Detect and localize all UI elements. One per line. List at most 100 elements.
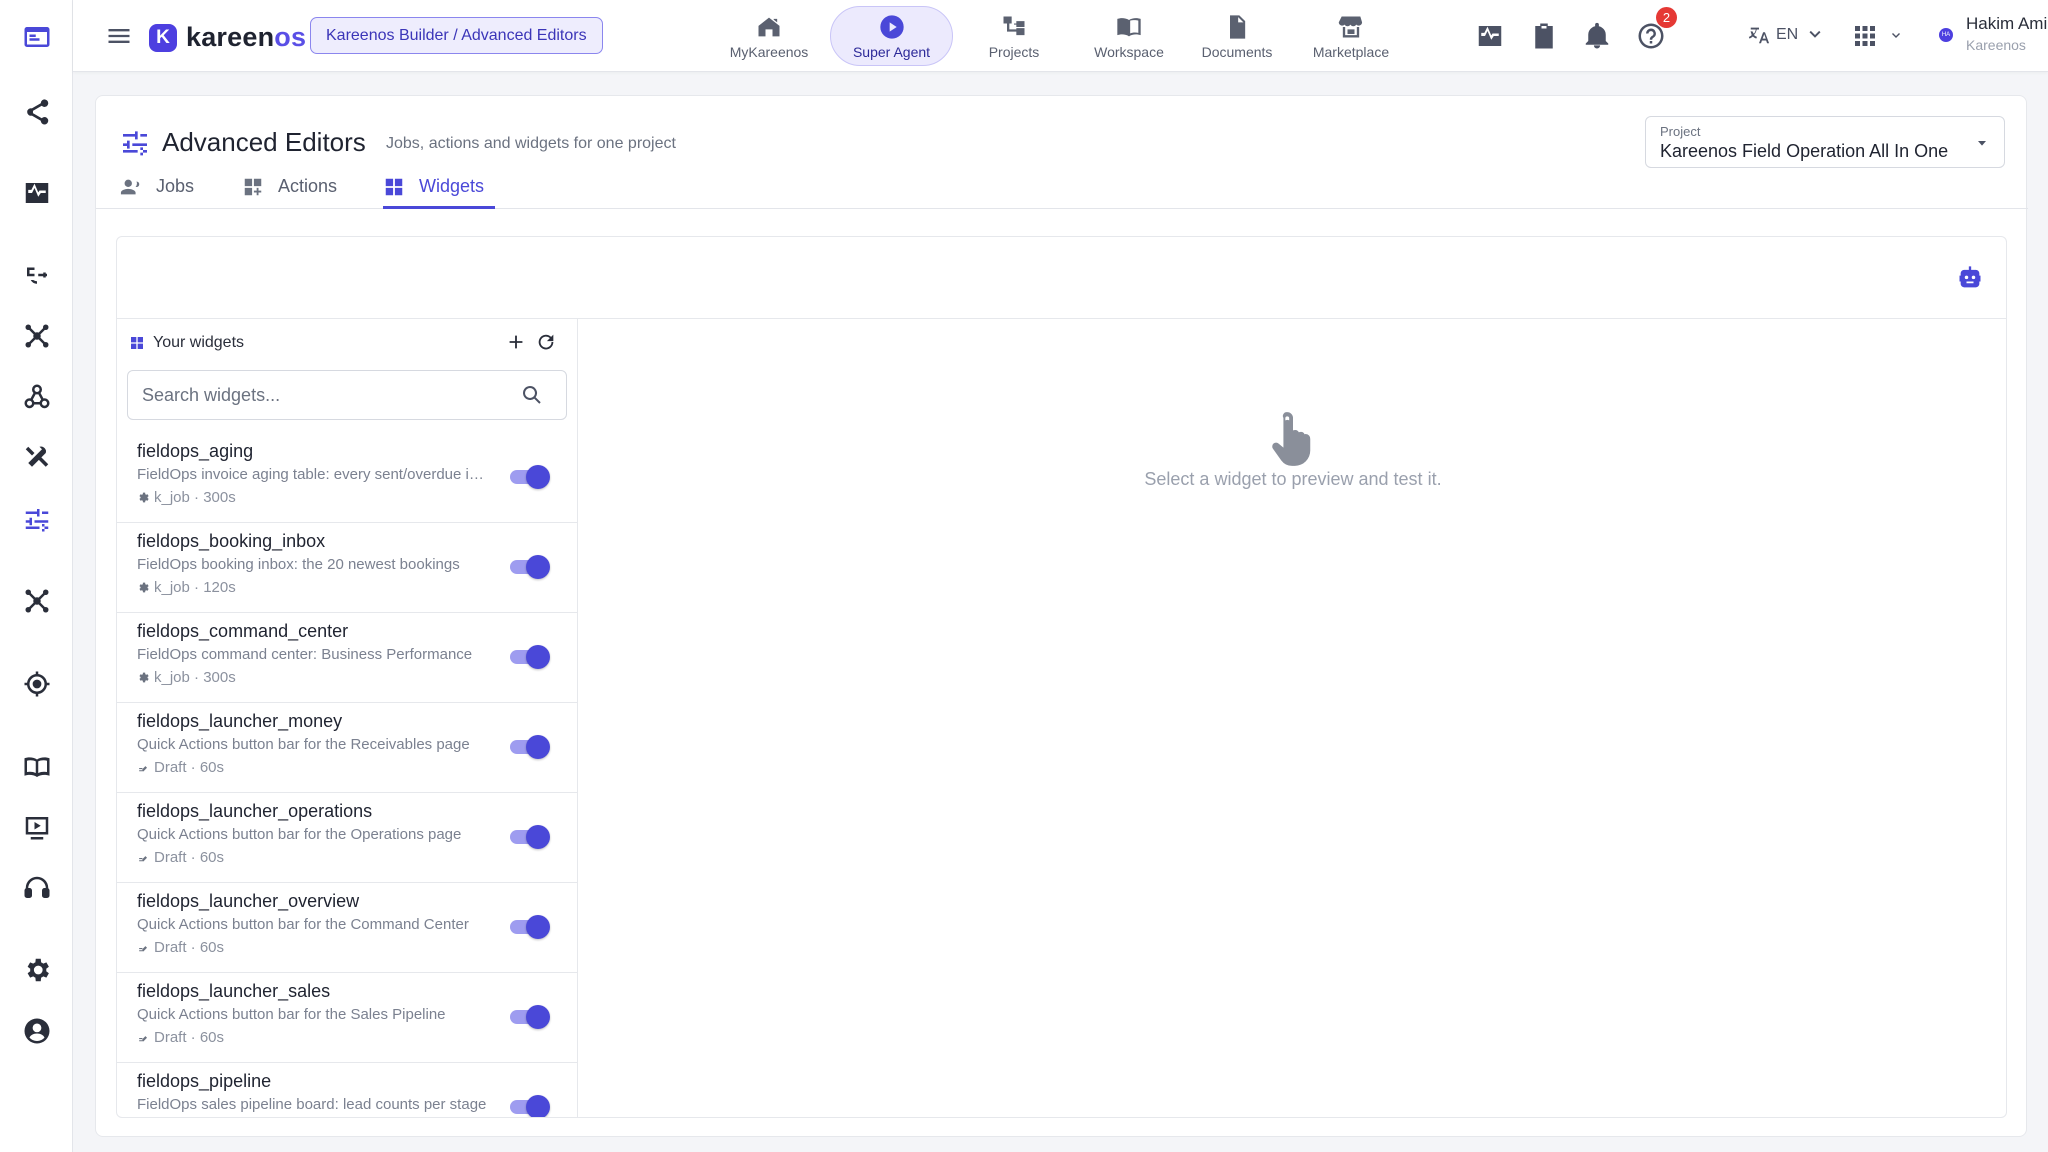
list-item[interactable]: fieldops_launcher_overview Quick Actions…	[117, 883, 577, 973]
draft-icon	[139, 1036, 148, 1042]
search-box	[127, 370, 567, 420]
widgets-workspace: Your widgets fieldops_aging FieldOps inv…	[116, 236, 2007, 1118]
tools-icon[interactable]	[0, 434, 73, 482]
draft-icon	[139, 766, 148, 772]
widget-name: fieldops_aging	[137, 441, 254, 461]
enable-toggle[interactable]	[510, 825, 550, 849]
widget-description: FieldOps sales pipeline board: lead coun…	[137, 1096, 487, 1113]
list-item[interactable]: fieldops_pipeline FieldOps sales pipelin…	[117, 1063, 577, 1117]
enable-toggle[interactable]	[510, 1005, 550, 1029]
webhook-icon[interactable]	[0, 373, 73, 421]
search-input[interactable]	[129, 372, 509, 418]
menu-icon[interactable]	[105, 22, 133, 50]
nav-documents[interactable]: Documents	[1189, 6, 1285, 66]
video-icon[interactable]	[0, 803, 73, 851]
apps-grid-icon[interactable]	[1850, 21, 1880, 51]
list-item[interactable]: fieldops_aging FieldOps invoice aging ta…	[117, 433, 577, 523]
sliders-title-icon	[119, 126, 151, 158]
widget-description: Quick Actions button bar for the Sales P…	[137, 1006, 446, 1023]
draft-icon	[139, 946, 148, 952]
nav-mykareenos[interactable]: MyKareenos	[710, 6, 828, 66]
widget-meta: k_job · 120s	[137, 579, 236, 596]
widget-meta: Draft · 60s	[137, 849, 224, 866]
book-open-icon	[1117, 17, 1141, 36]
gear-icon	[139, 582, 149, 593]
account-icon[interactable]	[0, 1007, 73, 1055]
tab-jobs[interactable]: Jobs	[120, 176, 194, 209]
breadcrumb[interactable]: Kareenos Builder / Advanced Editors	[310, 17, 603, 54]
widget-meta: k_job · 300s	[137, 669, 236, 686]
widgets-icon	[385, 178, 403, 196]
robot-icon[interactable]	[1956, 264, 1984, 292]
list-item[interactable]: fieldops_launcher_sales Quick Actions bu…	[117, 973, 577, 1063]
bell-icon[interactable]	[1582, 21, 1612, 51]
caret-down-icon	[1978, 141, 1986, 146]
user-org: Kareenos	[1966, 37, 2026, 53]
nav-super-agent[interactable]: Super Agent	[830, 6, 953, 66]
tasks-icon[interactable]	[1529, 21, 1559, 51]
left-rail	[0, 0, 73, 1152]
widget-name: fieldops_launcher_money	[137, 711, 343, 731]
sliders-icon[interactable]	[0, 495, 73, 543]
tab-actions[interactable]: Actions	[242, 176, 337, 209]
search-icon[interactable]	[520, 383, 544, 407]
list-item[interactable]: fieldops_command_center FieldOps command…	[117, 613, 577, 703]
widget-meta: k_job · 300s	[137, 489, 236, 506]
project-label: Project	[1660, 124, 1701, 139]
enable-toggle[interactable]	[510, 645, 550, 669]
console-icon[interactable]	[0, 13, 73, 61]
enable-toggle[interactable]	[510, 735, 550, 759]
widget-description: Quick Actions button bar for the Command…	[137, 916, 469, 933]
nav-projects[interactable]: Projects	[959, 6, 1069, 66]
book-icon[interactable]	[0, 743, 73, 791]
refresh-icon	[538, 334, 554, 350]
logo-mark: K	[149, 23, 177, 52]
add-widget-button[interactable]	[505, 331, 527, 353]
store-icon	[1338, 16, 1363, 37]
share-icon[interactable]	[0, 88, 73, 136]
widget-name: fieldops_launcher_overview	[137, 891, 360, 911]
main-card: Advanced Editors Jobs, actions and widge…	[95, 95, 2028, 1137]
home-icon	[758, 17, 780, 36]
editor-tabs: Jobs Actions Widgets	[96, 176, 2028, 209]
list-item[interactable]: fieldops_booking_inbox FieldOps booking …	[117, 523, 577, 613]
widgets-header: Your widgets	[129, 334, 244, 352]
list-item[interactable]: fieldops_launcher_money Quick Actions bu…	[117, 703, 577, 793]
gear-icon[interactable]	[0, 946, 73, 994]
translate-icon	[1748, 27, 1770, 44]
monitor-pulse-icon[interactable]	[0, 169, 73, 217]
top-bar: K kareenos Kareenos Builder / Advanced E…	[73, 0, 2048, 72]
enable-toggle[interactable]	[510, 1095, 550, 1117]
target-icon[interactable]	[0, 660, 73, 708]
plug-icon[interactable]	[0, 251, 73, 299]
widget-name: fieldops_booking_inbox	[137, 531, 326, 551]
logo[interactable]: K kareenos	[149, 22, 306, 53]
play-circle-icon	[879, 14, 904, 39]
apps-chevron-down-icon[interactable]	[1888, 28, 1904, 44]
avatar: HA	[1939, 28, 1953, 42]
support-icon[interactable]	[0, 864, 73, 912]
widget-name: fieldops_launcher_operations	[137, 801, 373, 821]
nav-marketplace[interactable]: Marketplace	[1295, 6, 1407, 66]
enable-toggle[interactable]	[510, 465, 550, 489]
list-item[interactable]: fieldops_launcher_operations Quick Actio…	[117, 793, 577, 883]
enable-toggle[interactable]	[510, 555, 550, 579]
tab-widgets[interactable]: Widgets	[383, 176, 495, 209]
refresh-button[interactable]	[535, 331, 557, 353]
nav-workspace[interactable]: Workspace	[1073, 6, 1185, 66]
network-alt-icon[interactable]	[0, 577, 73, 625]
widget-description: Quick Actions button bar for the Operati…	[137, 826, 462, 843]
hierarchy-icon	[1003, 16, 1025, 35]
user-name: Hakim Amir	[1966, 14, 2048, 33]
language-selector[interactable]: EN	[1748, 24, 1826, 46]
enable-toggle[interactable]	[510, 915, 550, 939]
page-title: Advanced Editors	[162, 127, 366, 157]
widgets-icon	[131, 337, 143, 349]
project-select[interactable]: Project Kareenos Field Operation All In …	[1645, 116, 2005, 168]
network-icon[interactable]	[0, 312, 73, 360]
activity-monitor-icon[interactable]	[1475, 21, 1505, 51]
help-icon[interactable]	[1636, 21, 1666, 51]
project-value: Kareenos Field Operation All In One	[1660, 141, 1949, 161]
user-menu[interactable]: HA Hakim Amir Kareenos	[1939, 14, 2048, 58]
widget-description: FieldOps invoice aging table: every sent…	[137, 466, 492, 483]
